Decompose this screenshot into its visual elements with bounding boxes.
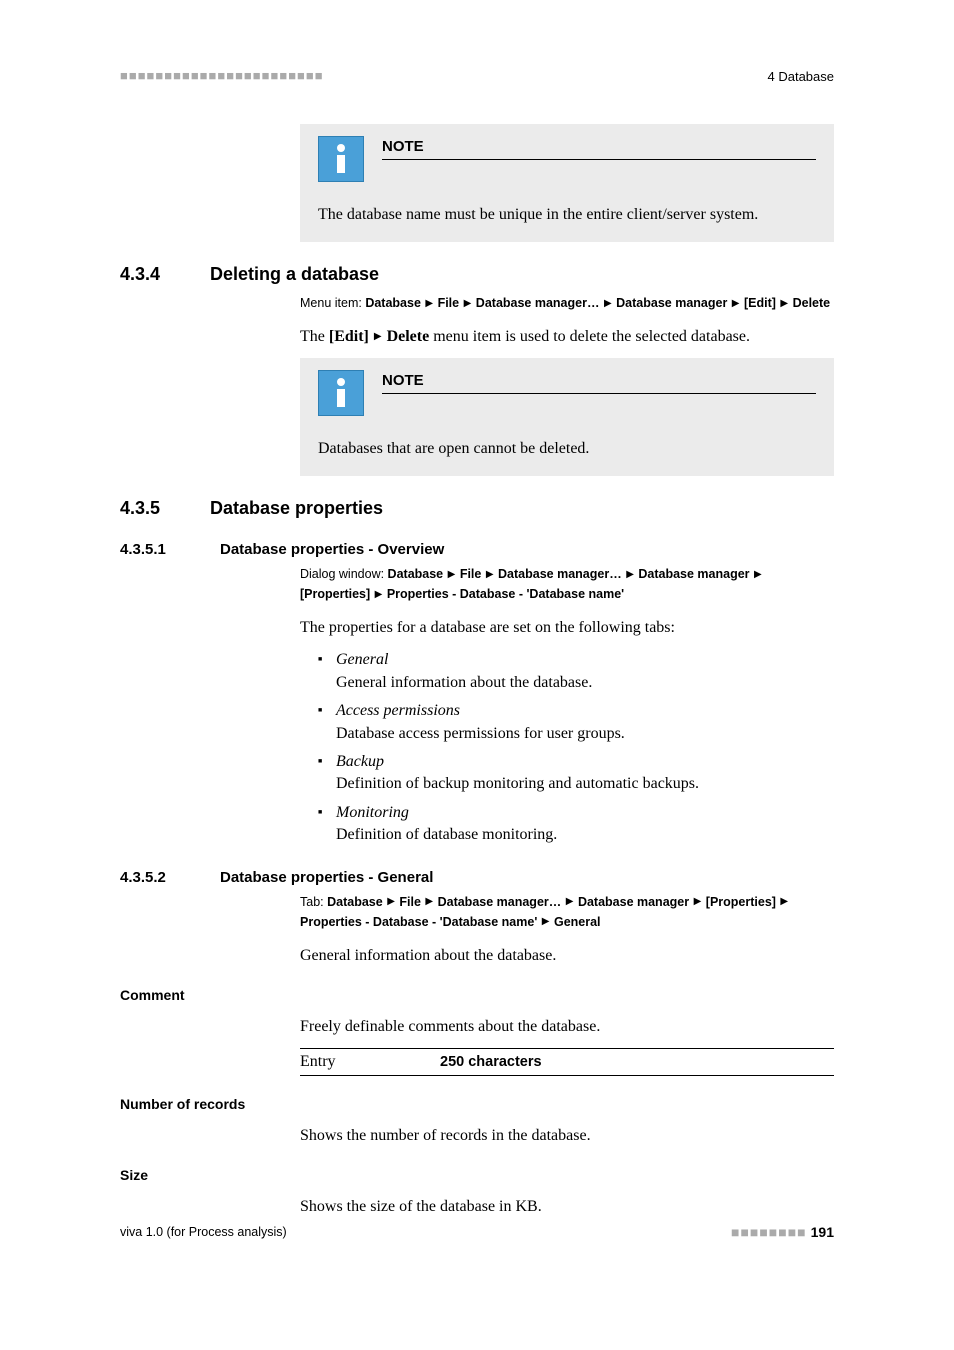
field-label-comment: Comment xyxy=(120,987,834,1003)
footer-ornament: ■■■■■■■■ xyxy=(731,1224,807,1240)
tab-desc: General information about the database. xyxy=(336,674,592,691)
property-tabs-list: General General information about the dat… xyxy=(318,649,834,846)
note-body: The database name must be unique in the … xyxy=(318,206,816,224)
page-header: ■■■■■■■■■■■■■■■■■■■■■■■ 4 Database xyxy=(120,68,834,84)
tab-name: Access permissions xyxy=(336,702,460,719)
menu-path: Menu item: Database ▶ File ▶ Database ma… xyxy=(300,293,834,313)
entry-value-text: 250 characters xyxy=(440,1054,542,1070)
tab-name: General xyxy=(336,651,388,668)
path-seg: Database manager… xyxy=(498,567,622,581)
path-seg: Database manager… xyxy=(438,895,562,909)
paragraph: The properties for a database are set on… xyxy=(300,616,834,639)
note-body: Databases that are open cannot be delete… xyxy=(318,440,816,458)
section-heading-435: 4.3.5 Database properties xyxy=(120,498,834,519)
page-footer: viva 1.0 (for Process analysis) ■■■■■■■■… xyxy=(120,1224,834,1240)
field-desc: Shows the size of the database in KB. xyxy=(300,1195,834,1218)
note-box: NOTE Databases that are open cannot be d… xyxy=(300,358,834,476)
path-seg: Database manager… xyxy=(476,296,600,310)
path-seg: [Properties] xyxy=(300,587,370,601)
path-seg: File xyxy=(399,895,421,909)
note-box: NOTE The database name must be unique in… xyxy=(300,124,834,242)
entry-table: Entry 250 characters xyxy=(300,1048,834,1076)
footer-page: ■■■■■■■■191 xyxy=(731,1224,834,1240)
list-item: General General information about the dat… xyxy=(318,649,834,694)
section-title: Database properties xyxy=(210,498,383,519)
list-item: Monitoring Definition of database monitor… xyxy=(318,802,834,847)
path-seg: [Properties] xyxy=(706,895,776,909)
subsection-4351-body: Dialog window: Database ▶ File ▶ Databas… xyxy=(300,564,834,846)
path-seg: Database xyxy=(327,895,383,909)
info-icon xyxy=(318,370,364,416)
subsection-title: Database properties - Overview xyxy=(220,541,444,558)
entry-value: 250 characters xyxy=(440,1048,834,1075)
field-label-records: Number of records xyxy=(120,1096,834,1112)
tab-desc: Database access permissions for user gro… xyxy=(336,725,625,742)
subsection-heading-4351: 4.3.5.1 Database properties - Overview xyxy=(120,541,834,558)
section-434-body: Menu item: Database ▶ File ▶ Database ma… xyxy=(300,293,834,348)
field-label-size: Size xyxy=(120,1167,834,1183)
list-item: Backup Definition of backup monitoring an… xyxy=(318,751,834,796)
path-seg: Delete xyxy=(793,296,831,310)
subsection-4352-body: Tab: Database ▶ File ▶ Database manager…… xyxy=(300,892,834,967)
section-number: 4.3.4 xyxy=(120,264,210,285)
path-seg: Database manager xyxy=(638,567,749,581)
path-seg: File xyxy=(460,567,482,581)
footer-product: viva 1.0 (for Process analysis) xyxy=(120,1225,287,1239)
page-number: 191 xyxy=(811,1224,834,1240)
section-heading-434: 4.3.4 Deleting a database xyxy=(120,264,834,285)
field-desc: Shows the number of records in the datab… xyxy=(300,1124,834,1147)
note-header: NOTE xyxy=(318,136,816,182)
path-seg: File xyxy=(438,296,460,310)
path-prefix: Tab: xyxy=(300,895,327,909)
ui-ref: Delete xyxy=(387,328,430,345)
ui-ref: [Edit] xyxy=(329,328,369,345)
note-title: NOTE xyxy=(382,138,816,160)
path-seg: Properties - Database - 'Database name' xyxy=(300,915,537,929)
text: The xyxy=(300,328,329,345)
list-item: Access permissions Database access permis… xyxy=(318,700,834,745)
entry-label: Entry xyxy=(300,1048,440,1075)
section-number: 4.3.5 xyxy=(120,498,210,519)
info-icon xyxy=(318,136,364,182)
field-records-body: Shows the number of records in the datab… xyxy=(300,1124,834,1147)
text: menu item is used to delete the selected… xyxy=(429,328,750,345)
header-chapter: 4 Database xyxy=(768,69,835,84)
page: ■■■■■■■■■■■■■■■■■■■■■■■ 4 Database NOTE … xyxy=(0,0,954,1350)
tab-name: Backup xyxy=(336,753,384,770)
path-seg: Database manager xyxy=(578,895,689,909)
subsection-number: 4.3.5.2 xyxy=(120,869,220,886)
subsection-title: Database properties - General xyxy=(220,869,433,886)
note-title: NOTE xyxy=(382,372,816,394)
tab-name: Monitoring xyxy=(336,804,409,821)
paragraph: General information about the database. xyxy=(300,944,834,967)
subsection-number: 4.3.5.1 xyxy=(120,541,220,558)
tab-desc: Definition of backup monitoring and auto… xyxy=(336,775,699,792)
path-seg: Database xyxy=(365,296,421,310)
subsection-heading-4352: 4.3.5.2 Database properties - General xyxy=(120,869,834,886)
path-prefix: Dialog window: xyxy=(300,567,388,581)
path-prefix: Menu item: xyxy=(300,296,365,310)
note-header: NOTE xyxy=(318,370,816,416)
field-desc: Freely definable comments about the data… xyxy=(300,1015,834,1038)
field-size-body: Shows the size of the database in KB. xyxy=(300,1195,834,1218)
path-seg: Database manager xyxy=(616,296,727,310)
tab-desc: Definition of database monitoring. xyxy=(336,826,557,843)
path-seg: [Edit] xyxy=(744,296,776,310)
menu-path: Tab: Database ▶ File ▶ Database manager…… xyxy=(300,892,834,932)
path-seg: Database xyxy=(388,567,444,581)
field-comment-body: Freely definable comments about the data… xyxy=(300,1015,834,1076)
menu-path: Dialog window: Database ▶ File ▶ Databas… xyxy=(300,564,834,604)
path-seg: General xyxy=(554,915,601,929)
paragraph: The [Edit] ▶ Delete menu item is used to… xyxy=(300,325,834,348)
section-title: Deleting a database xyxy=(210,264,379,285)
header-ornament: ■■■■■■■■■■■■■■■■■■■■■■■ xyxy=(120,68,324,84)
path-seg: Properties - Database - 'Database name' xyxy=(387,587,624,601)
